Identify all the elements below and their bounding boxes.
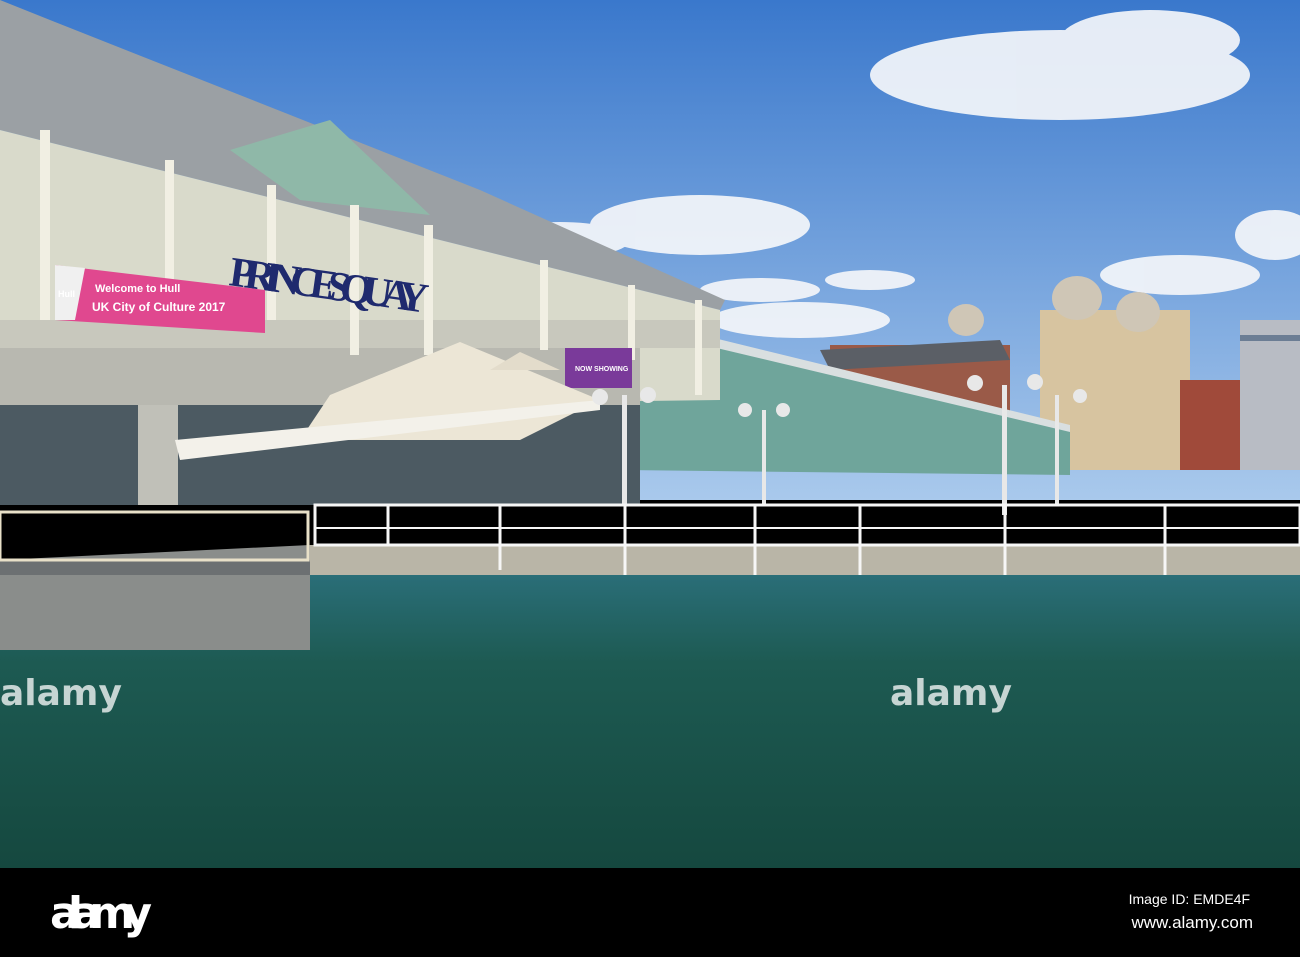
banner-logo: Hull bbox=[58, 289, 75, 299]
watermark-right: alamy bbox=[890, 673, 1012, 714]
bridge-deck bbox=[310, 545, 1300, 575]
footer-bar bbox=[0, 868, 1300, 957]
watermark-left: alamy bbox=[0, 673, 122, 714]
footer-logo: alamy bbox=[50, 888, 152, 939]
now-showing-text: NOW SHOWING bbox=[575, 366, 629, 373]
banner-line2: UK City of Culture 2017 bbox=[92, 300, 226, 314]
footer-url: www.alamy.com bbox=[1130, 913, 1253, 932]
photo-scene: PRINCES QUAY Hull Welcome to Hull UK Cit… bbox=[0, 0, 1300, 957]
footer-image-id: Image ID: EMDE4F bbox=[1129, 891, 1250, 907]
banner-line1: Welcome to Hull bbox=[95, 283, 180, 295]
now-showing-banner: NOW SHOWING bbox=[565, 348, 632, 388]
